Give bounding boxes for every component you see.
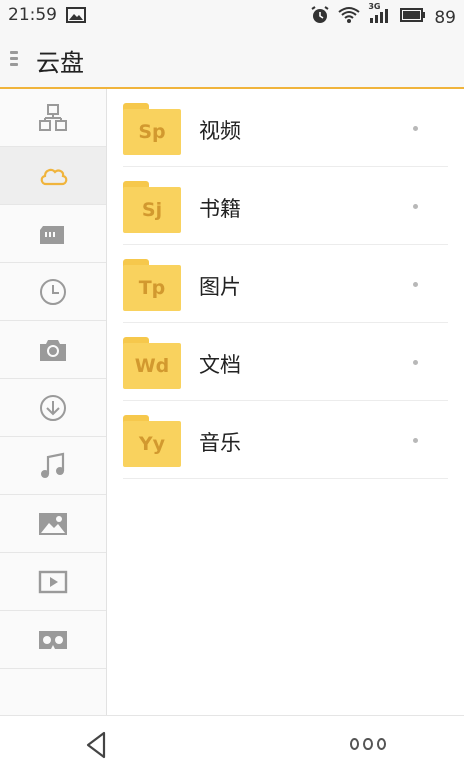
folder-row[interactable]: Sj 书籍: [123, 167, 448, 245]
folder-options-dot[interactable]: [413, 438, 418, 443]
folder-options-dot[interactable]: [413, 282, 418, 287]
sidebar-item-images[interactable]: [0, 495, 106, 553]
folder-row[interactable]: Sp 视频: [123, 89, 448, 167]
folder-name: 视频: [199, 119, 241, 143]
more-dot-icon: [363, 738, 373, 750]
folder-row[interactable]: Yy 音乐: [123, 401, 448, 479]
folder-row[interactable]: Tp 图片: [123, 245, 448, 323]
more-options-button[interactable]: [350, 738, 386, 752]
more-dot-icon: [376, 738, 386, 750]
sidebar-item-cloud[interactable]: [0, 147, 106, 205]
sidebar-item-download[interactable]: [0, 379, 106, 437]
folder-name: 书籍: [199, 197, 241, 221]
sidebar-item-video[interactable]: [0, 553, 106, 611]
folder-icon: Sp: [123, 103, 181, 157]
sd-card-icon: [40, 225, 64, 244]
folder-options-dot[interactable]: [413, 204, 418, 209]
folder-name: 文档: [199, 353, 241, 377]
folder-abbr: Tp: [123, 265, 181, 311]
video-icon: [38, 570, 68, 593]
folder-icon: Yy: [123, 415, 181, 469]
more-dot-icon: [350, 738, 360, 750]
cloud-icon: [40, 168, 68, 185]
signal-icon: 3G: [368, 2, 392, 29]
folder-options-dot[interactable]: [413, 126, 418, 131]
folder-abbr: Sp: [123, 109, 181, 155]
sidebar-item-network[interactable]: [0, 89, 106, 147]
folder-icon: Sj: [123, 181, 181, 235]
sidebar-item-music[interactable]: [0, 437, 106, 495]
network-icon: [39, 103, 67, 131]
download-icon: [40, 394, 66, 421]
sidebar-item-sd-card[interactable]: [0, 205, 106, 263]
app-header: 云盘: [0, 31, 464, 89]
folder-options-dot[interactable]: [413, 360, 418, 365]
camera-icon: [40, 339, 66, 361]
battery-level: 89: [434, 7, 456, 28]
folder-icon: Tp: [123, 259, 181, 313]
vr-glasses-icon: [39, 630, 67, 649]
image-icon: [39, 512, 67, 535]
music-icon: [41, 452, 65, 478]
folder-row[interactable]: Wd 文档: [123, 323, 448, 401]
menu-icon[interactable]: [10, 48, 20, 70]
status-icons: 3G 89: [310, 2, 456, 30]
image-notification-icon: [66, 7, 86, 28]
wifi-icon: [338, 6, 360, 29]
folder-name: 音乐: [199, 431, 241, 455]
folder-abbr: Yy: [123, 421, 181, 467]
bottom-nav-bar: [0, 715, 464, 774]
category-sidebar: [0, 89, 107, 715]
status-time: 21:59: [8, 5, 57, 25]
sidebar-item-vr[interactable]: [0, 611, 106, 669]
sidebar-item-recent[interactable]: [0, 263, 106, 321]
folder-list: Sp 视频 Sj 书籍 Tp 图片 Wd 文档 Yy 音乐: [107, 89, 464, 715]
page-title: 云盘: [36, 49, 84, 77]
back-icon: [86, 731, 106, 759]
folder-name: 图片: [199, 275, 241, 299]
folder-icon: Wd: [123, 337, 181, 391]
status-bar: 21:59 3G 89: [0, 0, 464, 31]
back-button[interactable]: [82, 728, 112, 762]
folder-abbr: Sj: [123, 187, 181, 233]
folder-abbr: Wd: [123, 343, 181, 389]
network-type-label: 3G: [368, 2, 381, 11]
alarm-icon: [310, 5, 330, 30]
battery-icon: [400, 7, 426, 28]
clock-icon: [40, 278, 66, 305]
sidebar-item-camera[interactable]: [0, 321, 106, 379]
